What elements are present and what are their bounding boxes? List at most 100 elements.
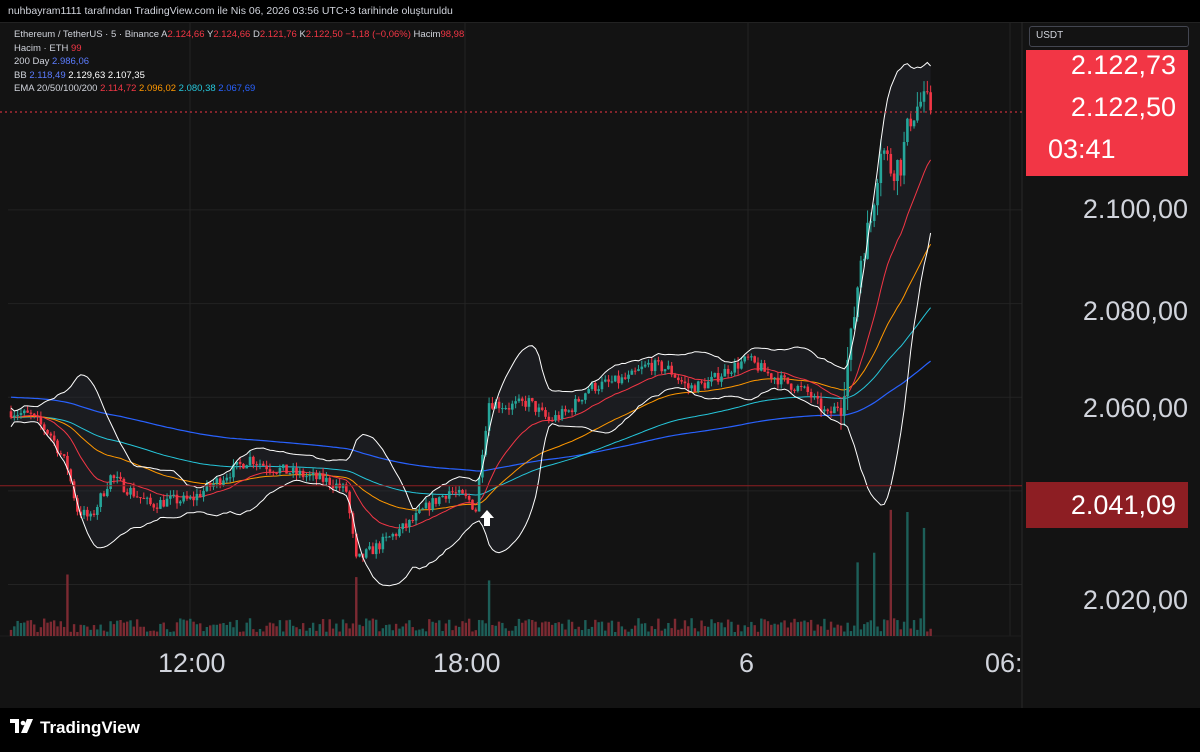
candle-body	[570, 410, 574, 413]
candle-body	[258, 463, 262, 465]
candle-body	[779, 375, 783, 385]
volume-bar	[66, 574, 69, 636]
candle-body	[793, 389, 796, 391]
volume-bar	[600, 621, 604, 636]
volume-bar	[338, 631, 341, 636]
volume-bar	[680, 628, 683, 636]
candle-body	[218, 478, 222, 485]
volume-bar	[617, 621, 620, 636]
volume-bar	[653, 629, 657, 636]
volume-bar	[839, 625, 843, 636]
volume-bar	[826, 629, 829, 636]
candle-body	[836, 406, 839, 408]
candle-body	[152, 504, 156, 508]
volume-bar	[544, 621, 547, 636]
price-tick: 2.060,00	[1082, 393, 1188, 423]
candle-body	[584, 393, 587, 400]
volume-bar	[36, 631, 39, 636]
volume-bar	[79, 624, 82, 636]
bollinger-upper-line	[10, 61, 931, 510]
candle-body	[22, 410, 26, 414]
volume-bar	[902, 621, 906, 636]
candle-body	[202, 490, 205, 497]
tradingview-logo-icon	[10, 718, 34, 738]
volume-bar	[441, 631, 444, 636]
legend-ema-row[interactable]: EMA 20/50/100/200 2.114,72 2.096,02 2.08…	[14, 82, 464, 96]
candle-body	[613, 375, 617, 382]
candle-body	[102, 493, 106, 497]
volume-bar	[461, 621, 464, 636]
volume-bar	[773, 623, 776, 636]
candle-body	[371, 546, 375, 555]
volume-bar	[819, 626, 823, 636]
candle-body	[328, 477, 332, 486]
candle-body	[222, 480, 225, 485]
legend-volume-row[interactable]: Hacim · ETH 99	[14, 42, 464, 56]
candle-body	[530, 398, 534, 402]
volume-bar	[238, 631, 242, 636]
candle-body	[444, 495, 448, 499]
candle-body	[882, 150, 886, 154]
candle-body	[736, 362, 740, 369]
volume-bar	[298, 629, 302, 636]
volume-bar	[265, 625, 268, 636]
candle-body	[308, 474, 312, 477]
candle-body	[750, 356, 753, 358]
volume-bar	[52, 620, 56, 636]
candle-body	[587, 389, 590, 394]
bollinger-area	[11, 62, 931, 586]
volume-bar	[614, 631, 617, 636]
candle-body	[198, 493, 202, 497]
candle-body	[720, 376, 723, 382]
candle-body	[919, 101, 922, 107]
chart-canvas[interactable]	[0, 22, 1200, 708]
candle-body	[833, 406, 836, 414]
legend-symbol-row[interactable]: Ethereum / TetherUS · 5 · Binance A2.124…	[14, 28, 464, 42]
volume-bar	[292, 625, 295, 636]
volume-bar	[86, 626, 89, 636]
candle-body	[185, 495, 189, 499]
volume-bar	[272, 623, 275, 636]
volume-bar	[736, 624, 740, 636]
volume-bar	[547, 621, 551, 636]
candle-body	[364, 549, 368, 558]
volume-bar	[620, 626, 624, 636]
candle-body	[281, 464, 285, 469]
volume-bar	[889, 509, 892, 636]
volume-bar	[799, 621, 803, 636]
volume-bar	[155, 631, 159, 636]
volume-bar	[165, 629, 169, 636]
volume-bar	[26, 620, 29, 636]
volume-bar	[175, 622, 179, 636]
volume-bar	[584, 620, 587, 636]
volume-bar	[375, 619, 378, 636]
volume-bar	[365, 618, 368, 636]
volume-bar	[102, 630, 106, 636]
volume-bar	[723, 627, 726, 636]
candle-body	[52, 435, 56, 441]
legend-bb-row[interactable]: BB 2.118,49 2.129,63 2.107,35	[14, 69, 464, 83]
candle-body	[451, 491, 454, 493]
volume-bar	[418, 629, 421, 636]
candle-body	[86, 509, 89, 517]
candle-body	[301, 470, 305, 478]
volume-bar	[248, 618, 252, 636]
volume-bar	[72, 624, 76, 636]
volume-bar	[245, 622, 248, 636]
candle-body	[298, 470, 302, 475]
volume-bar	[833, 627, 836, 636]
candle-body	[275, 472, 278, 474]
volume-bar	[195, 624, 199, 636]
currency-selector[interactable]: USDT	[1029, 26, 1189, 47]
candle-body	[796, 385, 800, 391]
candle-body	[630, 370, 634, 375]
candle-body	[733, 362, 737, 373]
candle-body	[803, 386, 806, 388]
candle-body	[62, 454, 66, 456]
candle-body	[115, 476, 119, 479]
brand: TradingView	[10, 718, 140, 738]
legend-sma-row[interactable]: 200 Day 2.986,06	[14, 55, 464, 69]
volume-bar	[803, 620, 806, 636]
volume-bar	[511, 630, 514, 636]
candle-body	[580, 399, 584, 402]
